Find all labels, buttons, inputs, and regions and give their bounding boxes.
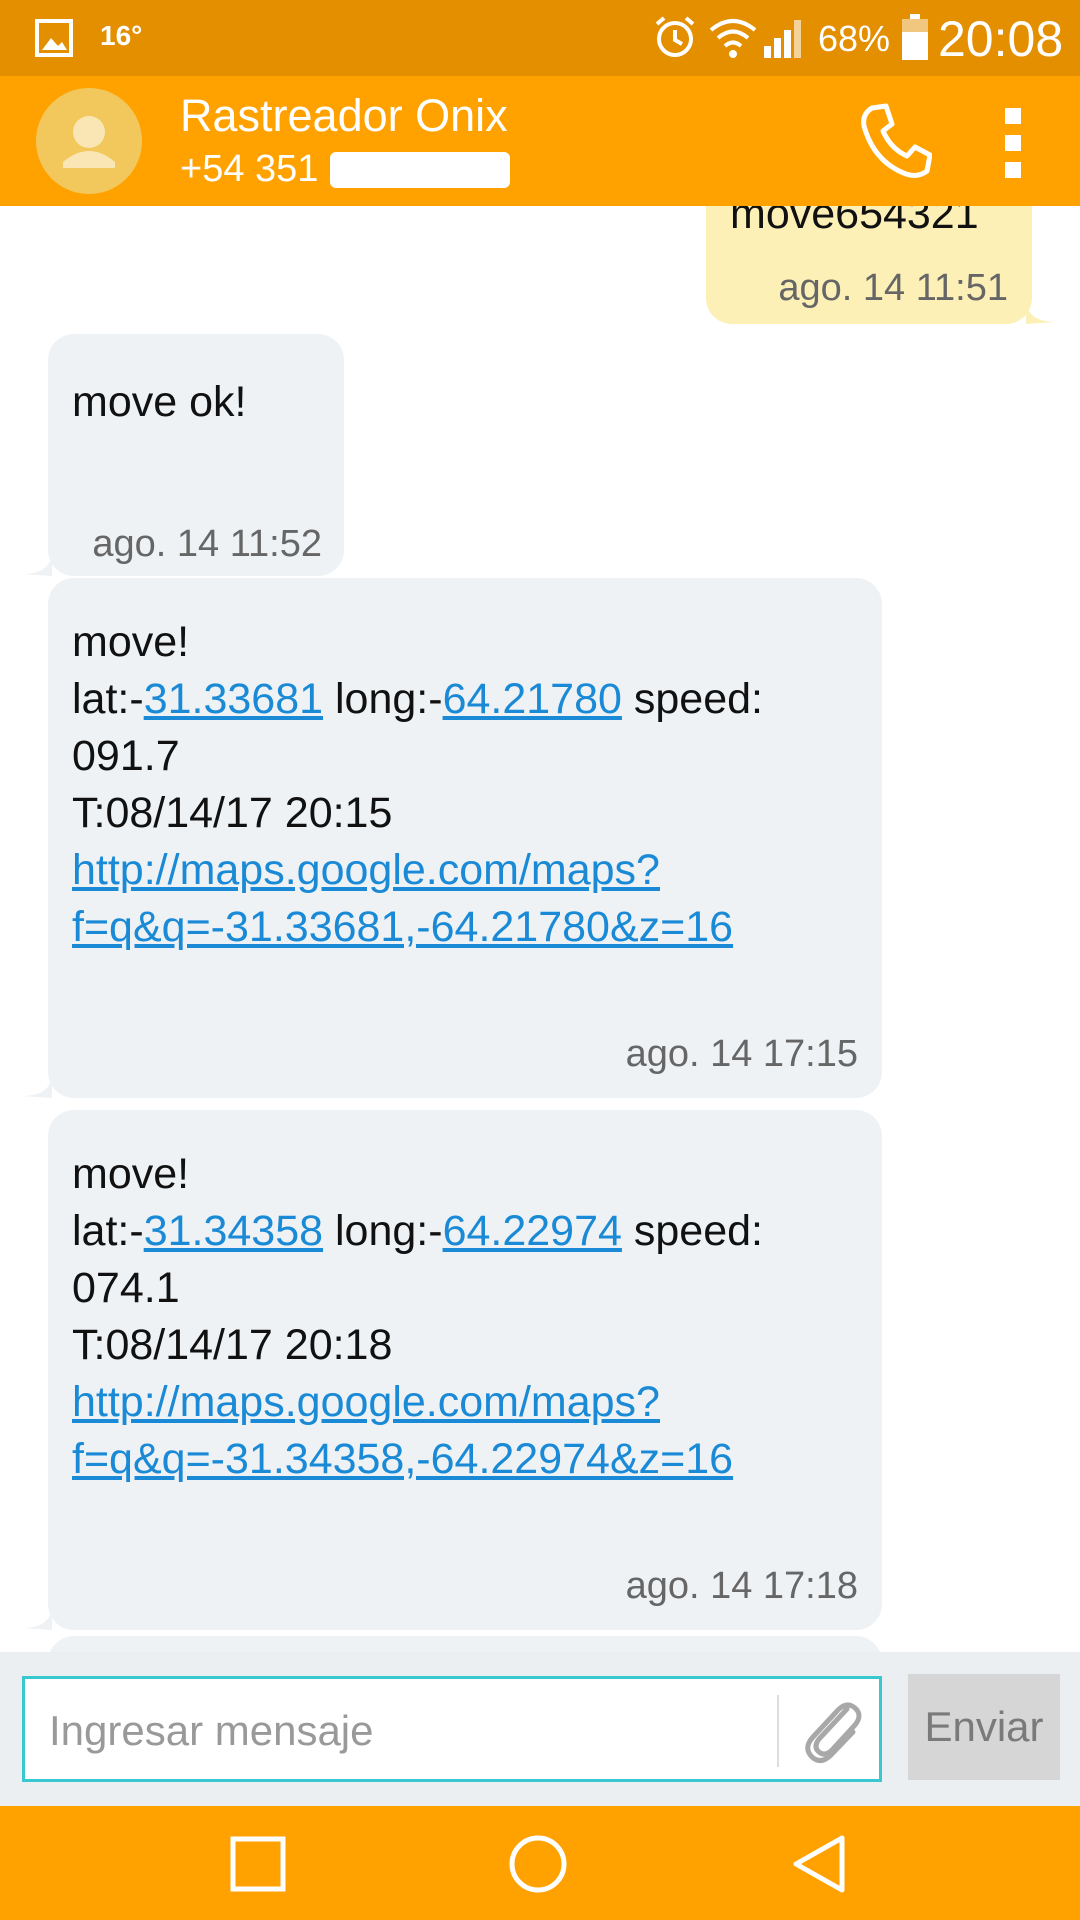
lat-prefix: lat:- xyxy=(72,1207,144,1255)
battery-icon xyxy=(902,14,928,60)
message-timestamp: ago. 14 17:18 xyxy=(625,1565,858,1607)
longitude-link[interactable]: 64.21780 xyxy=(443,675,622,723)
contact-avatar[interactable] xyxy=(36,88,142,194)
message-incoming-partial[interactable] xyxy=(48,1636,882,1652)
composer-bar: Ingresar mensaje Enviar xyxy=(0,1652,1080,1806)
bubble-tail xyxy=(22,556,52,576)
contact-number: +54 351 xyxy=(180,148,319,190)
message-outgoing[interactable]: move654321 ago. 14 11:51 xyxy=(706,206,1032,324)
map-link-line-1: http://maps.google.com/maps? xyxy=(72,1378,660,1426)
speed-label: speed: xyxy=(621,675,763,723)
coordinates-line: lat:-31.33681 long:-64.21780 speed: xyxy=(72,671,763,728)
message-text: move654321 xyxy=(730,206,979,238)
time-line: T:08/14/17 20:15 xyxy=(72,789,393,837)
map-link-line-2: f=q&q=-31.34358,-64.22974&z=16 xyxy=(72,1435,734,1483)
message-incoming[interactable]: move! lat:-31.33681 long:-64.21780 speed… xyxy=(48,578,882,1098)
message-body: move! lat:-31.34358 long:-64.22974 speed… xyxy=(72,1146,763,1488)
paperclip-icon[interactable] xyxy=(797,1695,867,1767)
wifi-icon xyxy=(709,19,757,58)
speed-label: speed: xyxy=(621,1207,763,1255)
message-title: move! xyxy=(72,1150,190,1198)
signal-icon xyxy=(764,20,801,58)
speed-value: 074.1 xyxy=(72,1264,180,1312)
message-text: move ok! xyxy=(72,378,247,426)
redaction-mark xyxy=(330,152,510,188)
clock: 20:08 xyxy=(938,11,1064,67)
long-prefix: long:- xyxy=(323,675,443,723)
navigation-bar xyxy=(0,1806,1080,1920)
message-body: move! lat:-31.33681 long:-64.21780 speed… xyxy=(72,614,763,956)
status-bar: 16° 68% 20:08 xyxy=(0,0,1080,76)
message-input-placeholder: Ingresar mensaje xyxy=(49,1707,374,1754)
conversation-header: Rastreador Onix +54 351 xyxy=(0,76,1080,206)
recent-apps-icon[interactable] xyxy=(230,1836,286,1892)
longitude-link[interactable]: 64.22974 xyxy=(443,1207,622,1255)
message-timestamp: ago. 14 17:15 xyxy=(625,1033,858,1075)
lat-prefix: lat:- xyxy=(72,675,144,723)
avatar-icon xyxy=(63,116,115,168)
message-incoming[interactable]: move! lat:-31.34358 long:-64.22974 speed… xyxy=(48,1110,882,1630)
phone-icon[interactable] xyxy=(858,102,932,180)
input-divider xyxy=(777,1695,779,1767)
speed-value: 091.7 xyxy=(72,732,180,780)
alarm-icon xyxy=(655,16,695,57)
map-link-line-1: http://maps.google.com/maps? xyxy=(72,846,660,894)
message-list[interactable]: move654321 ago. 14 11:51 move ok! ago. 1… xyxy=(0,206,1080,1652)
message-input[interactable]: Ingresar mensaje xyxy=(22,1676,882,1782)
gallery-icon xyxy=(35,19,73,57)
home-icon[interactable] xyxy=(508,1834,568,1894)
time-line: T:08/14/17 20:18 xyxy=(72,1321,393,1369)
coordinates-line: lat:-31.34358 long:-64.22974 speed: xyxy=(72,1203,763,1260)
contact-name: Rastreador Onix xyxy=(180,90,508,141)
long-prefix: long:- xyxy=(323,1207,443,1255)
message-timestamp: ago. 14 11:52 xyxy=(92,523,322,565)
temperature: 16° xyxy=(100,20,143,51)
send-button[interactable]: Enviar xyxy=(908,1674,1060,1780)
bubble-tail xyxy=(1026,304,1056,324)
bubble-tail xyxy=(22,1610,52,1630)
battery-percent: 68% xyxy=(818,18,891,59)
bubble-tail xyxy=(22,1078,52,1098)
message-timestamp: ago. 14 11:51 xyxy=(778,267,1008,309)
more-vert-icon[interactable] xyxy=(996,106,1030,180)
latitude-link[interactable]: 31.33681 xyxy=(144,675,323,723)
map-link[interactable]: http://maps.google.com/maps? f=q&q=-31.34… xyxy=(72,1374,763,1488)
message-incoming[interactable]: move ok! ago. 14 11:52 xyxy=(48,334,344,576)
message-title: move! xyxy=(72,618,190,666)
map-link-line-2: f=q&q=-31.33681,-64.21780&z=16 xyxy=(72,903,734,951)
latitude-link[interactable]: 31.34358 xyxy=(144,1207,323,1255)
back-icon[interactable] xyxy=(790,1834,848,1894)
map-link[interactable]: http://maps.google.com/maps? f=q&q=-31.33… xyxy=(72,842,763,956)
